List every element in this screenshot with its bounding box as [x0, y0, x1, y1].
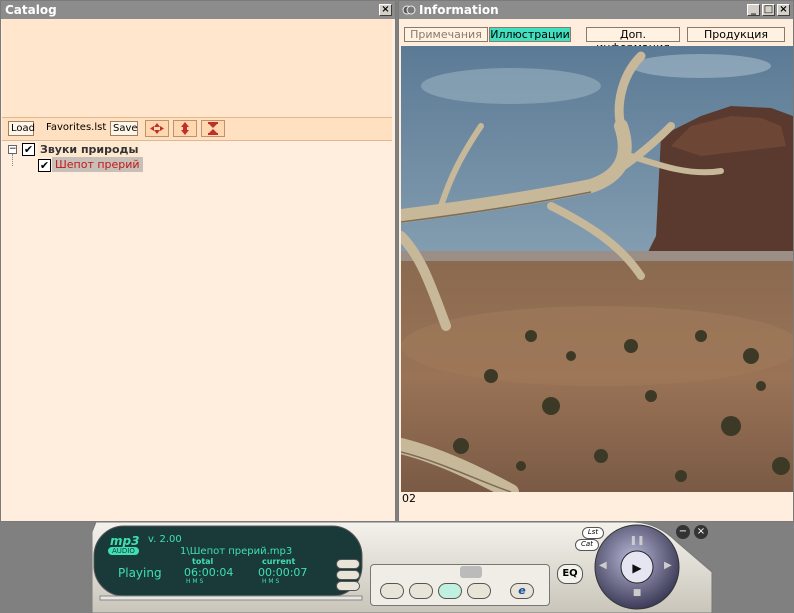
track-checkbox[interactable]: ✔ — [38, 159, 51, 172]
app-icon — [402, 5, 416, 15]
forward-icon[interactable]: ▶ — [664, 560, 676, 576]
close-icon[interactable]: × — [379, 4, 392, 16]
save-button[interactable]: Save — [110, 121, 138, 136]
move-up-down-button[interactable] — [173, 120, 197, 137]
prev-track-button[interactable] — [409, 583, 433, 599]
balance-button[interactable] — [336, 570, 360, 580]
speaker-icon[interactable] — [460, 566, 482, 578]
mp3-player: mp3 AUDIO v. 2.00 1\Шепот прерий.mp3 Pla… — [92, 522, 714, 613]
tab-illustrations[interactable]: Иллюстрации — [489, 27, 571, 42]
catalog-button[interactable]: Cat — [575, 539, 599, 551]
eq-button[interactable]: EQ — [557, 564, 583, 584]
open-file-button[interactable] — [380, 583, 404, 599]
play-icon[interactable]: ▶ — [628, 560, 646, 576]
tree-group-label[interactable]: Звуки природы — [38, 142, 141, 157]
tab-additional-info[interactable]: Доп. информация — [586, 27, 680, 54]
move-to-ends-icon — [208, 122, 218, 135]
catalog-header-area — [2, 19, 392, 117]
close-icon[interactable]: × — [694, 525, 708, 539]
catalog-toolbar: Load Favorites.lst Save — [2, 117, 392, 141]
information-title: Information — [419, 3, 499, 17]
playlist-button[interactable]: Lst — [582, 527, 604, 539]
total-label: total — [192, 557, 214, 566]
group-checkbox[interactable]: ✔ — [22, 143, 35, 156]
playback-status: Playing — [118, 566, 162, 580]
repeat-button[interactable] — [438, 583, 462, 599]
tab-notes[interactable]: Примечания — [404, 27, 488, 42]
pause-icon[interactable]: ❚❚ — [627, 536, 647, 548]
minimize-icon[interactable]: _ — [747, 4, 760, 16]
shuffle-button[interactable] — [467, 583, 491, 599]
catalog-title: Catalog — [5, 3, 57, 17]
playlist-name: Favorites.lst — [46, 122, 107, 133]
player-version: v. 2.00 — [148, 534, 182, 545]
move-to-ends-button[interactable] — [201, 120, 225, 137]
minimize-icon[interactable]: − — [676, 525, 690, 539]
move-all-icon — [150, 123, 164, 134]
rewind-icon[interactable]: ◀ — [599, 560, 611, 576]
catalog-titlebar[interactable]: Catalog × — [1, 1, 395, 19]
move-up-down-icon — [181, 122, 189, 135]
move-all-button[interactable] — [145, 120, 169, 137]
load-button[interactable]: Load — [8, 121, 35, 136]
tab-products[interactable]: Продукция — [687, 27, 785, 42]
close-icon[interactable]: × — [777, 4, 790, 16]
stop-icon[interactable]: ■ — [627, 588, 647, 600]
illustration-image — [401, 46, 793, 492]
information-titlebar[interactable]: Information _ □ × — [399, 1, 793, 19]
volume-up-button[interactable] — [336, 559, 360, 569]
tree-track-item[interactable]: Шепот прерий — [52, 157, 143, 172]
total-hms: H M S — [186, 578, 204, 585]
browser-icon: e — [518, 584, 526, 597]
volume-down-button[interactable] — [336, 581, 360, 591]
current-label: current — [262, 557, 296, 566]
player-logo-sub: AUDIO — [108, 547, 139, 555]
web-button[interactable]: e — [510, 583, 534, 599]
tree-collapse-icon[interactable]: − — [8, 145, 17, 154]
current-hms: H M S — [262, 578, 280, 585]
image-caption: 02 — [402, 492, 416, 505]
track-title: 1\Шепот прерий.mp3 — [180, 546, 293, 557]
tree-line — [12, 154, 14, 166]
maximize-icon[interactable]: □ — [762, 4, 775, 16]
player-logo: mp3 — [110, 534, 140, 548]
